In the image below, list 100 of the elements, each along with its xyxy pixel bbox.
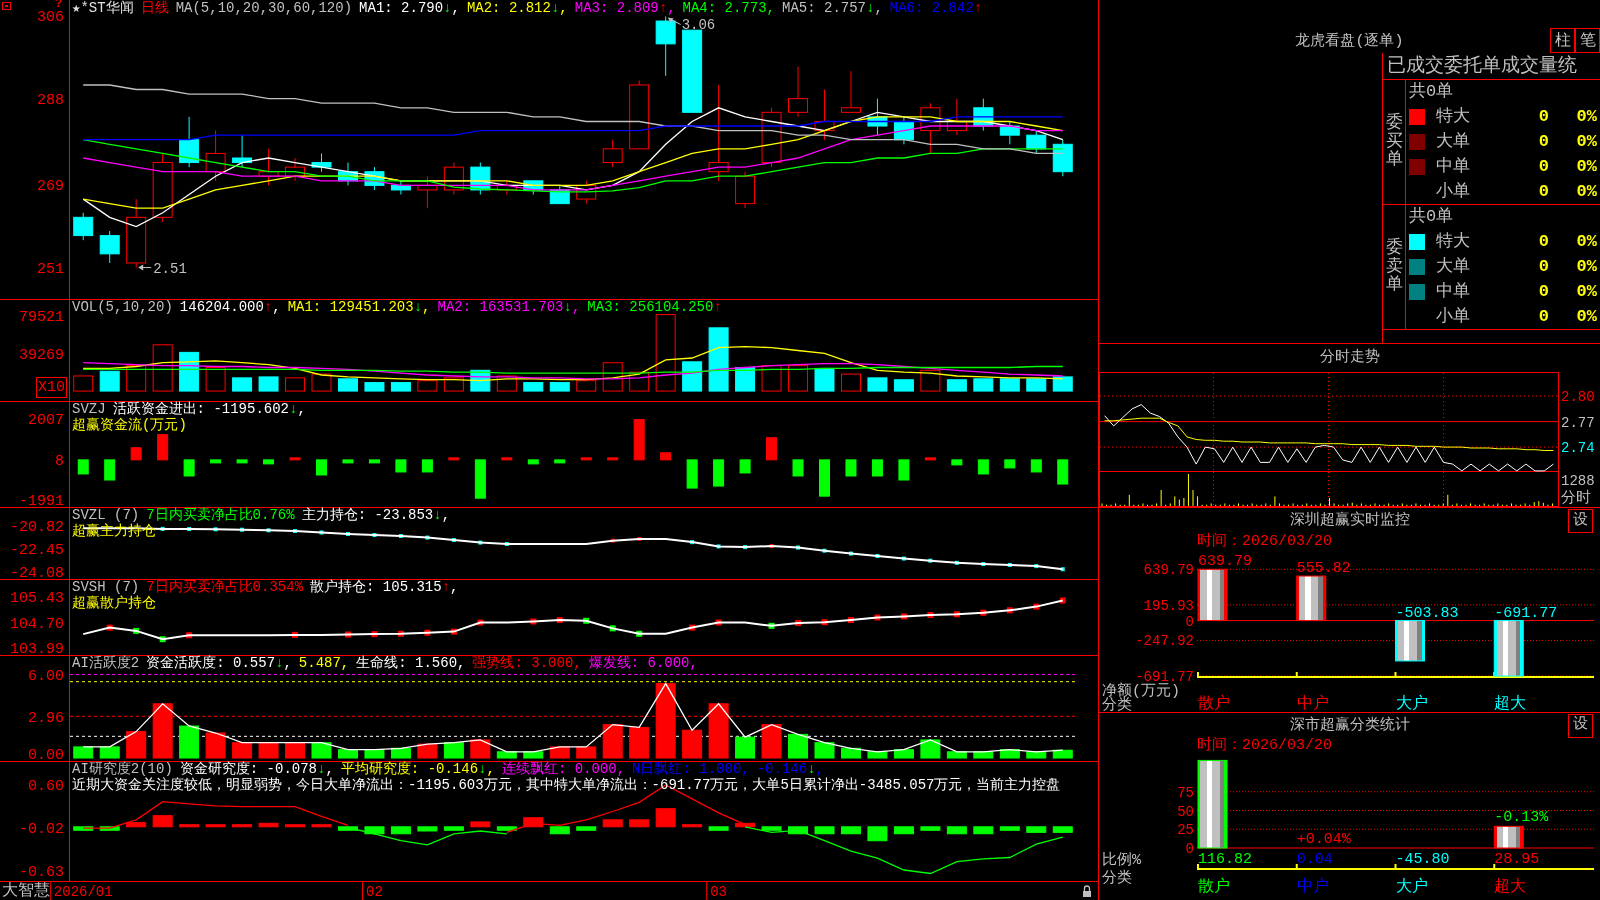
order-count: 0: [1538, 181, 1549, 202]
indicator-value: 5.487,: [298, 655, 350, 671]
axis-label: -22.45: [10, 542, 64, 560]
section-title: 分时走势: [1319, 347, 1380, 368]
indicator-value: MA3: 2.809↑,: [574, 0, 676, 16]
order-size-label: 小单: [1436, 181, 1470, 202]
group-label: 委卖单: [1385, 238, 1403, 296]
value-label: -45.80: [1395, 851, 1450, 868]
indicator-value: MA6: 2.842↑: [889, 0, 983, 16]
indicator-value: 生命线: 1.560,: [356, 655, 466, 671]
indicator-value: N日飘红: 1.000,: [632, 761, 750, 777]
indicator-value: 强势线: 3.000,: [472, 655, 582, 671]
axis-label: 306: [37, 9, 64, 27]
axis-label: 6.00: [28, 667, 64, 685]
axis-label: 195.93: [1143, 597, 1194, 614]
axis-label: -20.82: [10, 519, 64, 537]
indicator-value: MA5: 2.757↓,: [782, 0, 883, 16]
axis-label: 105.43: [10, 589, 64, 607]
indicator-value: 7日内买卖净占比0.76%: [146, 507, 295, 523]
axis-title: 分类: [1102, 870, 1132, 887]
indicator-value: 7日内买卖净占比0.354%: [146, 579, 304, 595]
date-label: 03: [710, 884, 727, 900]
scale-label: X10: [36, 377, 67, 398]
table-title: 已成交委托单成交量统: [1387, 54, 1577, 78]
indicator-name: VOL(5,10,20): [72, 299, 173, 315]
order-count: 0: [1538, 232, 1549, 253]
order-percent: 0%: [1576, 257, 1597, 277]
axis-label: -0.02: [19, 821, 64, 839]
axis-label: -1991: [19, 493, 64, 510]
order-percent: 0%: [1576, 281, 1597, 302]
axis-label: 251: [37, 260, 64, 278]
order-size-label: 大单: [1436, 132, 1470, 152]
order-percent: 0%: [1576, 107, 1597, 128]
order-total: 共0单: [1409, 207, 1454, 228]
order-percent: 0%: [1576, 156, 1597, 177]
axis-label: 25: [1177, 822, 1194, 839]
indicator-value: 连续飘红: 0.000,: [501, 761, 626, 777]
axis-label: 0.60: [28, 778, 64, 795]
order-size-label: 特大: [1436, 107, 1470, 128]
order-percent: 0%: [1576, 132, 1597, 152]
axis-label: 0: [1185, 841, 1194, 857]
date-label: 2026/01: [53, 884, 113, 900]
axis-label: 103.99: [10, 641, 64, 658]
axis-label: -0.63: [19, 863, 64, 881]
axis-label: 2.77: [1561, 414, 1595, 431]
time-label: 时间：2026/03/20: [1197, 738, 1332, 753]
order-count: 0: [1538, 132, 1549, 152]
order-percent: 0%: [1576, 232, 1597, 253]
axis-label: 0: [1185, 613, 1194, 630]
category-label: 散户: [1198, 695, 1230, 713]
stock-name: ★*ST华闻: [72, 0, 134, 16]
price-label: 3.06: [681, 17, 716, 34]
category-label: 中户: [1296, 695, 1329, 713]
order-size-label: 小单: [1436, 306, 1470, 327]
change-label: -0.13%: [1494, 809, 1549, 827]
app-name: 大智慧: [2, 882, 50, 900]
indicator-value: 平均研究度: -0.146↓,: [340, 761, 495, 777]
category-label: 中户: [1296, 878, 1329, 896]
time-label: 时间：2026/03/20: [1197, 534, 1332, 549]
axis-label: 2.74: [1561, 440, 1595, 457]
axis-label: -247.92: [1135, 633, 1194, 650]
axis-label: 2007: [28, 412, 64, 430]
indicator-params: MA(5,10,20,30,60,120): [175, 0, 353, 16]
order-size-label: 中单: [1436, 156, 1470, 177]
category-label: 大户: [1395, 878, 1428, 896]
section-title: 深圳超赢实时监控: [1289, 512, 1410, 530]
price-label: 2.51: [153, 260, 187, 277]
axis-label: 639.79: [1143, 562, 1194, 579]
category-label: 大户: [1395, 695, 1428, 713]
axis-label: 50: [1177, 803, 1194, 820]
axis-label: 104.70: [10, 615, 64, 633]
indicator-title: 超赢散户持仓: [72, 595, 156, 611]
change-label: +0.04%: [1296, 830, 1351, 848]
order-count: 0: [1538, 257, 1549, 277]
order-size-label: 大单: [1436, 257, 1470, 277]
value-label: 116.82: [1198, 851, 1252, 868]
indicator-value: -0.146↓,: [756, 761, 824, 777]
indicator-name: AI活跃度2: [72, 655, 140, 671]
indicator-value: MA4: 2.773,: [682, 0, 775, 16]
indicator-value: 资金研究度: -0.078↓,: [179, 761, 334, 777]
indicator-name: SVSH (7): [72, 579, 140, 595]
indicator-value: 爆发线: 6.000,: [588, 655, 698, 671]
axis-label: 269: [37, 178, 64, 196]
category-label: 超大: [1494, 695, 1527, 713]
order-count: 0: [1538, 306, 1549, 327]
value-label: -691.77: [1494, 604, 1558, 622]
indicator-value: MA1: 129451.203↓,: [287, 299, 431, 315]
axis-title: 比例%: [1102, 852, 1141, 869]
category-label: 散户: [1198, 878, 1230, 896]
date-label: 02: [366, 884, 383, 900]
indicator-value: MA3: 256104.250↑: [587, 299, 722, 315]
order-percent: 0%: [1576, 306, 1597, 327]
value-label: 28.95: [1494, 851, 1540, 868]
order-size-label: 中单: [1436, 281, 1470, 302]
axis-label: 2.80: [1561, 389, 1595, 406]
axis-label: 1288: [1561, 473, 1596, 489]
axis-label: 39269: [19, 347, 64, 364]
axis-label: 288: [37, 91, 64, 109]
indicator-value: 主力持仓: -23.853↓,: [301, 507, 451, 523]
indicator-value: MA1: 2.790↓,: [359, 0, 460, 16]
